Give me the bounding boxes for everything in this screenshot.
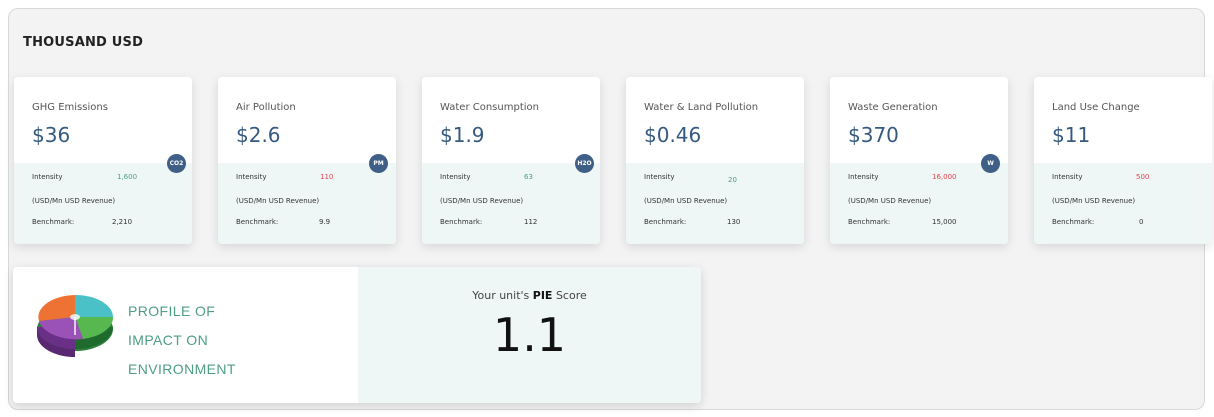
intensity-label: Intensity: [236, 173, 267, 181]
waste-badge-icon: W: [981, 154, 1000, 173]
benchmark-value: 2,210: [112, 218, 133, 226]
profile-line: ENVIRONMENT: [128, 361, 236, 377]
unit-note: (USD/Mn USD Revenue): [32, 197, 116, 205]
benchmark-value: 112: [524, 218, 538, 226]
benchmark-value: 0: [1139, 218, 1144, 226]
unit-note: (USD/Mn USD Revenue): [236, 197, 320, 205]
intensity-value: 63: [524, 173, 533, 181]
intensity-value: 110: [320, 173, 334, 181]
unit-note: (USD/Mn USD Revenue): [440, 197, 524, 205]
score-label-pie: PIE: [532, 289, 553, 302]
benchmark-value: 15,000: [932, 218, 957, 226]
card-name: Air Pollution: [236, 102, 296, 113]
card-name: Land Use Change: [1052, 102, 1140, 113]
card-air-pollution[interactable]: Air Pollution $2.6 PM Intensity 110 (USD…: [218, 77, 396, 244]
co2-badge-icon: CO2: [167, 154, 186, 173]
card-value: $370: [848, 123, 899, 147]
card-water-consumption[interactable]: Water Consumption $1.9 H2O Intensity 63 …: [422, 77, 600, 244]
pie-chart-logo-icon: [37, 295, 114, 357]
benchmark-label: Benchmark:: [1052, 218, 1095, 226]
card-name: GHG Emissions: [32, 102, 108, 113]
card-ghg-emissions[interactable]: GHG Emissions $36 CO2 Intensity 1,600 (U…: [14, 77, 192, 244]
unit-note: (USD/Mn USD Revenue): [644, 197, 728, 205]
profile-line: IMPACT ON: [128, 332, 209, 348]
benchmark-label: Benchmark:: [644, 218, 687, 226]
intensity-label: Intensity: [644, 173, 675, 181]
intensity-label: Intensity: [32, 173, 63, 181]
intensity-value: 20: [728, 176, 737, 184]
card-name: Water Consumption: [440, 102, 539, 113]
card-value: $36: [32, 123, 71, 147]
intensity-label: Intensity: [440, 173, 471, 181]
currency-unit-title: THOUSAND USD: [23, 35, 144, 50]
benchmark-label: Benchmark:: [848, 218, 891, 226]
benchmark-label: Benchmark:: [236, 218, 279, 226]
unit-note: (USD/Mn USD Revenue): [848, 197, 932, 205]
card-waste-generation[interactable]: Waste Generation $370 W Intensity 16,000…: [830, 77, 1008, 244]
pie-score-card[interactable]: PROFILE OF IMPACT ON ENVIRONMENT Your un…: [13, 267, 701, 403]
card-value: $1.9: [440, 123, 485, 147]
benchmark-label: Benchmark:: [32, 218, 75, 226]
pie-score-value: 1.1: [492, 308, 567, 362]
intensity-label: Intensity: [848, 173, 879, 181]
benchmark-label: Benchmark:: [440, 218, 483, 226]
card-land-use-change[interactable]: Land Use Change $11 Intensity 500 (USD/M…: [1034, 77, 1212, 244]
benchmark-value: 130: [727, 218, 741, 226]
card-value: $2.6: [236, 123, 281, 147]
score-label-suffix: Score: [555, 289, 587, 302]
pm-badge-icon: PM: [369, 154, 388, 173]
profile-line: PROFILE OF: [128, 303, 216, 319]
intensity-value: 16,000: [932, 173, 957, 181]
benchmark-value: 9.9: [319, 218, 331, 226]
intensity-value: 500: [1136, 173, 1150, 181]
card-water-land-pollution[interactable]: Water & Land Pollution $0.46 Intensity 2…: [626, 77, 804, 244]
card-name: Waste Generation: [848, 102, 938, 113]
profile-title: PROFILE OF IMPACT ON ENVIRONMENT: [128, 297, 236, 384]
score-label: Your unit's PIE Score: [358, 289, 701, 302]
score-label-prefix: Your unit's: [472, 289, 530, 302]
card-value: $0.46: [644, 123, 702, 147]
card-value: $11: [1052, 123, 1091, 147]
intensity-value: 1,600: [117, 173, 138, 181]
intensity-label: Intensity: [1052, 173, 1083, 181]
unit-note: (USD/Mn USD Revenue): [1052, 197, 1136, 205]
card-name: Water & Land Pollution: [644, 102, 759, 113]
h2o-badge-icon: H2O: [575, 154, 594, 173]
